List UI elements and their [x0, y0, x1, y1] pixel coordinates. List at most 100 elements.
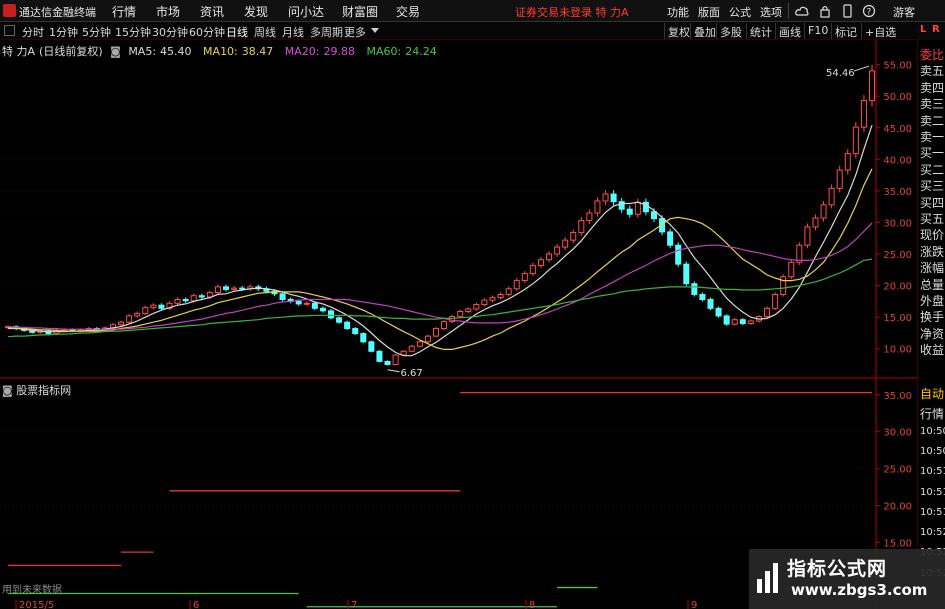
f10-button[interactable]: F10: [804, 23, 831, 39]
period-5min[interactable]: 5分钟: [82, 24, 111, 40]
settings-icon[interactable]: ◙: [110, 45, 121, 58]
quote-field-label: 卖四: [920, 80, 945, 95]
period-multi[interactable]: 多周期: [310, 24, 343, 40]
menu-item-trade[interactable]: 交易: [396, 3, 420, 20]
candle-body: [150, 304, 157, 309]
watermark: 指标公式网 www.zbgs3.com: [749, 549, 945, 609]
l-badge[interactable]: L: [920, 24, 926, 35]
stats-button[interactable]: 统计: [746, 23, 775, 39]
period-daily[interactable]: 日线: [226, 24, 248, 40]
candle-body: [231, 287, 238, 290]
candle-body: [804, 226, 811, 246]
candle-body: [319, 307, 326, 312]
candle-body: [239, 287, 246, 290]
svg-text:?: ?: [867, 8, 872, 18]
period-15min[interactable]: 15分钟: [115, 24, 151, 40]
period-30min[interactable]: 30分钟: [152, 24, 188, 40]
quote-mode-label[interactable]: 自动: [920, 385, 944, 402]
chart-canvas[interactable]: 10.00 15.00 20.00 25.00 30.00 35.00 40.00 45.00…: [0, 40, 917, 609]
period-monthly[interactable]: 月线: [282, 24, 304, 40]
panel-toggle-icon[interactable]: [4, 25, 15, 36]
draw-line-button[interactable]: 画线: [775, 23, 804, 39]
trade-login-alert[interactable]: 证券交易未登录 特 力A: [515, 4, 629, 20]
menu-item-formula[interactable]: 公式: [729, 4, 751, 20]
candle-body: [650, 211, 657, 220]
candle-body: [424, 335, 431, 343]
candle-body: [344, 321, 351, 330]
indicator-settings-icon[interactable]: ◙: [2, 384, 13, 397]
candle-body: [626, 208, 633, 215]
period-intraday[interactable]: 分时: [22, 24, 44, 40]
quote-field-label: 净资: [920, 326, 945, 341]
r-badge[interactable]: R: [932, 24, 940, 35]
menu-item-discover[interactable]: 发现: [244, 3, 268, 20]
chevron-down-icon[interactable]: [371, 28, 379, 34]
candle-body: [279, 293, 286, 300]
menu-item-assistant[interactable]: 问小达: [288, 3, 324, 20]
overlay-button[interactable]: 叠加: [690, 23, 719, 39]
candle-body: [481, 299, 488, 306]
candle-body: [352, 328, 359, 335]
quote-field-label: 买二: [920, 162, 945, 177]
candle-body: [497, 293, 504, 299]
candle-body: [311, 302, 318, 309]
candle-body: [489, 297, 496, 301]
menu-item-wealth[interactable]: 财富圈: [342, 3, 378, 20]
kline-chart-area[interactable]: 10.00 15.00 20.00 25.00 30.00 35.00 40.00 45.00…: [0, 40, 945, 609]
quote-field-label: 买四: [920, 195, 945, 210]
quote-field-label: 卖一: [920, 130, 945, 144]
menu-item-layout[interactable]: 版面: [698, 4, 720, 20]
candle-body: [852, 126, 859, 155]
candle-body: [586, 212, 593, 222]
candle-body: [844, 153, 851, 171]
candle-body: [336, 317, 343, 323]
tick-time-label: 10:52: [920, 527, 945, 539]
x-tick-label: 9: [691, 600, 697, 609]
candle-body: [360, 333, 367, 343]
y-tick-label: 45.00: [883, 124, 912, 135]
x-tick-label: 8: [529, 600, 535, 609]
cloud-icon[interactable]: [795, 4, 809, 18]
period-weekly[interactable]: 周线: [254, 24, 276, 40]
lock-icon[interactable]: [818, 4, 832, 18]
candle-body: [715, 307, 722, 317]
candle-body: [473, 304, 480, 310]
indicator-legend: ◙ 股票指标网: [2, 382, 71, 398]
multi-stock-button[interactable]: 多股: [716, 23, 745, 39]
quote-field-label: 卖五: [920, 64, 945, 79]
quote-field-label: 买五: [920, 212, 945, 226]
y-tick-label: 15.00: [883, 539, 912, 550]
watermark-url: www.zbgs3.com: [791, 581, 928, 599]
candle-body: [610, 193, 617, 203]
help-icon[interactable]: ?: [862, 4, 876, 18]
candle-body: [214, 286, 221, 294]
quote-field-label: 涨幅: [920, 261, 945, 276]
adjust-button[interactable]: 复权: [664, 23, 693, 39]
candle-body: [683, 263, 690, 285]
menu-item-news[interactable]: 资讯: [200, 3, 224, 20]
quote-mode-label[interactable]: 行情: [920, 405, 944, 422]
menu-item-options[interactable]: 选项: [760, 4, 782, 20]
menu-item-market[interactable]: 行情: [112, 3, 136, 20]
period-1min[interactable]: 1分钟: [49, 24, 78, 40]
candle-body: [408, 345, 415, 352]
period-more[interactable]: 更多: [344, 24, 366, 40]
period-60min[interactable]: 60分钟: [189, 24, 225, 40]
candle-body: [118, 321, 125, 326]
phone-icon[interactable]: [840, 4, 854, 18]
y-tick-label: 50.00: [883, 92, 912, 103]
candle-body: [594, 200, 601, 214]
chart-legend: 特 力A (日线前复权) ◙ MA5: 45.40 MA10: 38.47 MA20:…: [2, 43, 445, 59]
candle-body: [368, 341, 375, 352]
menu-item-functions[interactable]: 功能: [667, 4, 689, 20]
mark-button[interactable]: 标记: [831, 23, 860, 39]
candle-body: [731, 319, 738, 325]
candle-body: [174, 298, 181, 304]
candle-body: [554, 246, 561, 255]
candle-body: [820, 204, 827, 219]
candle-body: [602, 193, 609, 202]
add-watchlist-button[interactable]: +自选: [861, 23, 899, 39]
x-tick-label: 6: [193, 600, 199, 609]
menu-item-exchange[interactable]: 市场: [156, 3, 180, 20]
user-guest[interactable]: 游客: [893, 4, 915, 20]
